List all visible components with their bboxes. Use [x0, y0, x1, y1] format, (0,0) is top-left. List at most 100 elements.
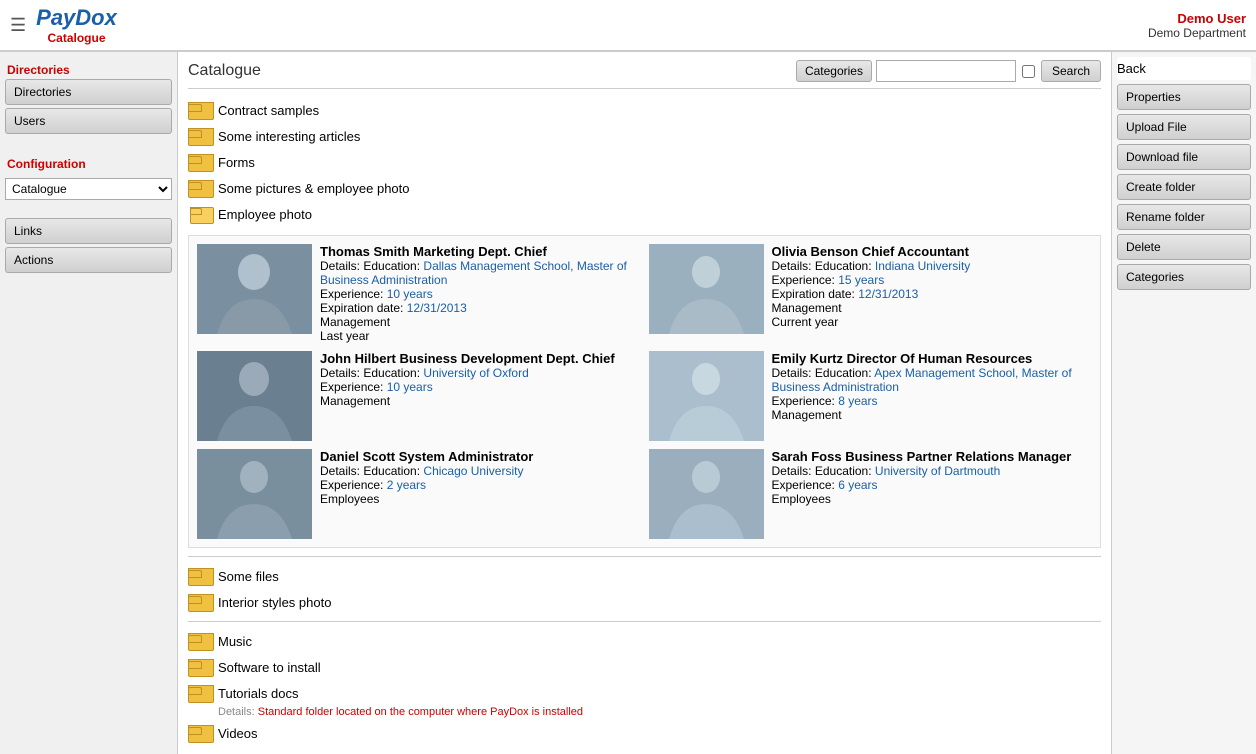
employee-details: Details: Education: Dallas Management Sc… [320, 259, 641, 287]
employee-name: Thomas Smith Marketing Dept. Chief [320, 244, 641, 259]
search-checkbox[interactable] [1022, 65, 1035, 78]
folder-open-icon [188, 204, 212, 224]
folder-list-top: Contract samples Some interesting articl… [188, 97, 1101, 227]
folder-name: Music [218, 634, 252, 649]
links-button[interactable]: Links [5, 218, 172, 244]
folder-item[interactable]: Videos [188, 720, 1101, 746]
employee-info: Emily Kurtz Director Of Human Resources … [772, 351, 1093, 422]
employee-info: Thomas Smith Marketing Dept. Chief Detai… [320, 244, 641, 343]
folder-item[interactable]: Software to install [188, 654, 1101, 680]
employee-card[interactable]: Sarah Foss Business Partner Relations Ma… [649, 449, 1093, 539]
employee-card[interactable]: Daniel Scott System Administrator Detail… [197, 449, 641, 539]
back-button[interactable]: Back [1117, 57, 1251, 80]
employee-photo [649, 351, 764, 441]
employee-details: Details: Education: Chicago University [320, 464, 641, 478]
folder-name: Employee photo [218, 207, 312, 222]
folder-item[interactable]: Some interesting articles [188, 123, 1101, 149]
employee-name: John Hilbert Business Development Dept. … [320, 351, 641, 366]
folder-icon [188, 566, 212, 586]
properties-button[interactable]: Properties [1117, 84, 1251, 110]
folder-item[interactable]: Interior styles photo [188, 589, 1101, 615]
search-input[interactable] [876, 60, 1016, 82]
folder-detail: Details: Standard folder located on the … [188, 706, 1101, 718]
categories-sidebar-button[interactable]: Categories [1117, 264, 1251, 290]
employee-expiration: Expiration date: 12/31/2013 [320, 301, 641, 315]
configuration-section: Configuration Catalogue [5, 153, 172, 200]
user-name: Demo User [1148, 11, 1246, 26]
folder-item[interactable]: Some pictures & employee photo [188, 175, 1101, 201]
employee-name: Olivia Benson Chief Accountant [772, 244, 1093, 259]
search-area: Categories Search [796, 60, 1101, 82]
header-user-info: Demo User Demo Department [1148, 11, 1246, 40]
employee-experience: Experience: 6 years [772, 478, 1093, 492]
folder-item[interactable]: Music [188, 628, 1101, 654]
folder-icon [188, 592, 212, 612]
employee-tag: Management [320, 394, 641, 408]
directories-label: Directories [5, 57, 172, 79]
employee-photo [197, 244, 312, 334]
employee-photo [649, 449, 764, 539]
employee-details: Details: Education: University of Dartmo… [772, 464, 1093, 478]
delete-button[interactable]: Delete [1117, 234, 1251, 260]
employee-photo [197, 351, 312, 441]
folder-name: Some files [218, 569, 279, 584]
users-button[interactable]: Users [5, 108, 172, 134]
right-sidebar: Back Properties Upload File Download fil… [1111, 52, 1256, 754]
folder-icon [188, 657, 212, 677]
section-divider [188, 621, 1101, 622]
layout: Directories Directories Users Configurat… [0, 52, 1256, 754]
employee-tag: Management [320, 315, 641, 329]
folder-name: Some interesting articles [218, 129, 360, 144]
folder-icon [188, 178, 212, 198]
upload-file-button[interactable]: Upload File [1117, 114, 1251, 140]
employee-card[interactable]: Emily Kurtz Director Of Human Resources … [649, 351, 1093, 441]
categories-button[interactable]: Categories [796, 60, 872, 82]
folder-name: Videos [218, 726, 258, 741]
employee-experience: Experience: 10 years [320, 287, 641, 301]
employee-tag: Management [772, 301, 1093, 315]
directories-button[interactable]: Directories [5, 79, 172, 105]
folder-item-open[interactable]: Employee photo [188, 201, 1101, 227]
folder-item[interactable]: Tutorials docs [188, 680, 1101, 706]
create-folder-button[interactable]: Create folder [1117, 174, 1251, 200]
employee-info: Daniel Scott System Administrator Detail… [320, 449, 641, 506]
catalogue-header: Catalogue Categories Search [188, 60, 1101, 89]
employee-experience: Experience: 8 years [772, 394, 1093, 408]
employee-expiration: Expiration date: 12/31/2013 [772, 287, 1093, 301]
folder-name: Software to install [218, 660, 321, 675]
folder-name: Forms [218, 155, 255, 170]
folder-icon [188, 631, 212, 651]
logo-text: PayDox [36, 5, 117, 31]
employee-tag2: Last year [320, 329, 641, 343]
folder-item[interactable]: Forms [188, 149, 1101, 175]
catalogue-select[interactable]: Catalogue [5, 178, 172, 200]
download-file-button[interactable]: Download file [1117, 144, 1251, 170]
folder-item[interactable]: Some files [188, 563, 1101, 589]
folder-icon [188, 100, 212, 120]
folder-item[interactable]: Contract samples [188, 97, 1101, 123]
employee-name: Emily Kurtz Director Of Human Resources [772, 351, 1093, 366]
actions-button[interactable]: Actions [5, 247, 172, 273]
header-left: ☰ PayDox Catalogue [10, 5, 117, 45]
rename-folder-button[interactable]: Rename folder [1117, 204, 1251, 230]
folder-icon [188, 126, 212, 146]
folder-list-middle: Some files Interior styles photo [188, 563, 1101, 615]
employee-card[interactable]: Olivia Benson Chief Accountant Details: … [649, 244, 1093, 343]
employee-grid: Thomas Smith Marketing Dept. Chief Detai… [188, 235, 1101, 548]
employee-tag: Employees [320, 492, 641, 506]
employee-card[interactable]: Thomas Smith Marketing Dept. Chief Detai… [197, 244, 641, 343]
employee-details: Details: Education: Apex Management Scho… [772, 366, 1093, 394]
folder-icon [188, 683, 212, 703]
header: ☰ PayDox Catalogue Demo User Demo Depart… [0, 0, 1256, 52]
folder-icon [188, 152, 212, 172]
config-select-row: Catalogue [5, 178, 172, 200]
section-divider [188, 556, 1101, 557]
folder-name: Interior styles photo [218, 595, 331, 610]
hamburger-icon[interactable]: ☰ [10, 15, 26, 36]
employee-card[interactable]: John Hilbert Business Development Dept. … [197, 351, 641, 441]
catalogue-title: Catalogue [188, 62, 261, 80]
logo-area: PayDox Catalogue [36, 5, 117, 45]
folder-icon [188, 723, 212, 743]
folder-item-with-detail[interactable]: Tutorials docs Details: Standard folder … [188, 680, 1101, 718]
search-button[interactable]: Search [1041, 60, 1101, 82]
